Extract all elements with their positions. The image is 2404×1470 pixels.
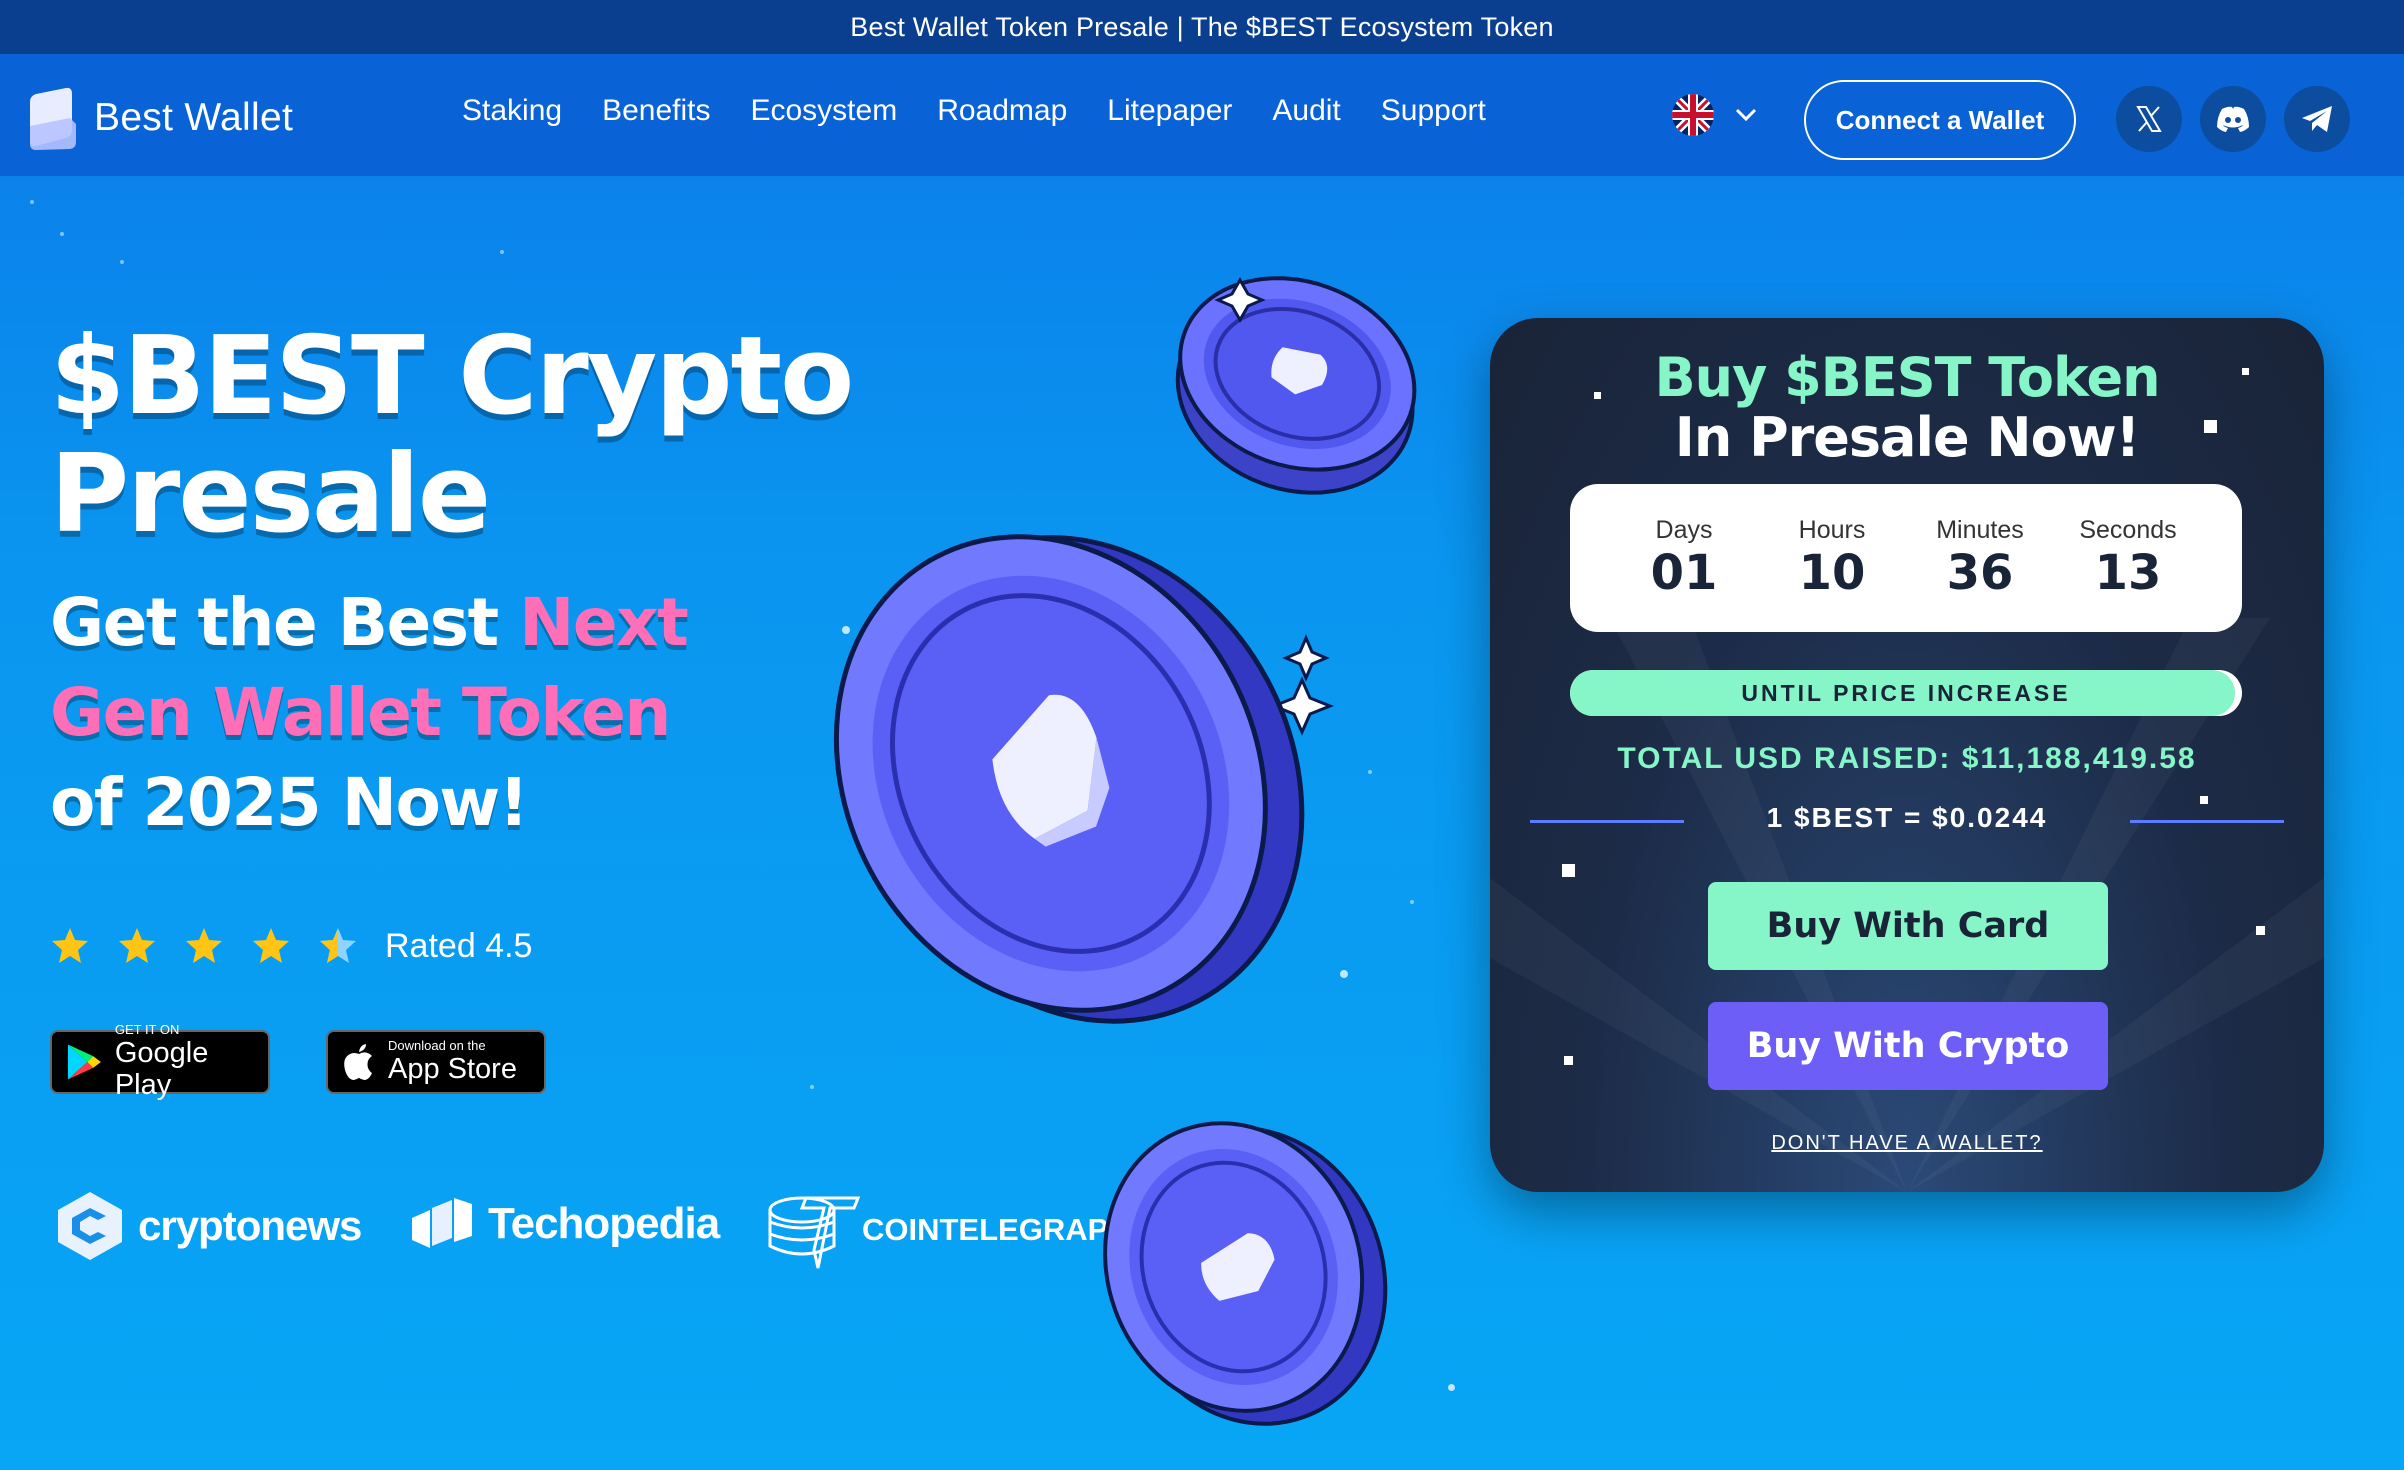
- press-techopedia-text: Techopedia: [488, 1199, 720, 1248]
- decor-dot: [1564, 1056, 1573, 1065]
- countdown-timer: Days 01 Hours 10 Minutes 36 Seconds 13: [1570, 484, 2242, 632]
- coin-large: [833, 534, 1305, 1024]
- google-play-icon: [67, 1044, 101, 1080]
- google-play-big: Google Play: [114, 1037, 209, 1101]
- hero-title: $BEST Crypto Presale: [50, 318, 910, 554]
- rating: Rated 4.5: [50, 926, 532, 966]
- uk-flag-icon: [1672, 94, 1714, 136]
- app-store-small: Download on the: [388, 1038, 486, 1053]
- card-title-line1: Buy $BEST Token: [1654, 346, 2160, 409]
- token-price: 1 $BEST = $0.0244: [1766, 802, 2048, 833]
- timer-value: 10: [1798, 544, 1866, 601]
- hero-sub-part1: Get the Best: [50, 584, 520, 661]
- wallet-logo-icon: [30, 87, 76, 150]
- rating-label: Rated 4.5: [385, 926, 533, 965]
- buy-with-card-button[interactable]: Buy With Card: [1708, 882, 2108, 970]
- nav-support[interactable]: Support: [1381, 94, 1486, 128]
- timer-minutes: Minutes 36: [1915, 516, 2045, 601]
- telegram-icon: [2302, 106, 2332, 132]
- timer-label: Seconds: [2079, 515, 2177, 544]
- main-nav: Staking Benefits Ecosystem Roadmap Litep…: [462, 94, 1526, 128]
- timer-label: Minutes: [1936, 515, 2024, 544]
- telegram-social-button[interactable]: [2284, 86, 2350, 152]
- decor-dot: [2256, 926, 2265, 935]
- nav-litepaper[interactable]: Litepaper: [1107, 94, 1232, 128]
- card-title-line2: In Presale Now!: [1674, 406, 2141, 469]
- presale-card: Buy $BEST Token In Presale Now! Days 01 …: [1490, 318, 2324, 1192]
- timer-label: Days: [1655, 515, 1713, 544]
- timer-seconds: Seconds 13: [2063, 516, 2193, 601]
- nav-roadmap[interactable]: Roadmap: [937, 94, 1067, 128]
- techopedia-logo-icon: [412, 1198, 472, 1248]
- nav-ecosystem[interactable]: Ecosystem: [750, 94, 897, 128]
- google-play-button[interactable]: GET IT ON Google Play: [50, 1023, 270, 1101]
- nav-benefits[interactable]: Benefits: [602, 94, 710, 128]
- coin-top: [1175, 276, 1417, 495]
- discord-icon: [2217, 106, 2249, 132]
- x-social-button[interactable]: [2116, 86, 2182, 152]
- timer-value: 01: [1650, 544, 1718, 601]
- hero-title-line2: Presale: [50, 432, 491, 557]
- no-wallet-link[interactable]: DON'T HAVE A WALLET?: [1490, 1132, 2324, 1155]
- cryptonews-logo-icon: [58, 1192, 122, 1260]
- total-raised: TOTAL USD RAISED: $11,188,419.58: [1617, 742, 2197, 775]
- x-icon: [2136, 106, 2162, 132]
- site-header: Best Wallet Staking Benefits Ecosystem R…: [0, 54, 2404, 176]
- hero-title-line1: $BEST Crypto: [50, 314, 854, 439]
- star-icon: [52, 928, 88, 963]
- press-cryptonews-text: cryptonews: [138, 1202, 362, 1249]
- announcement-text: Best Wallet Token Presale | The $BEST Ec…: [850, 11, 1554, 42]
- app-store-big: App Store: [388, 1053, 517, 1085]
- discord-social-button[interactable]: [2200, 86, 2266, 152]
- hero-sub-part4: of 2025 Now!: [50, 764, 529, 841]
- logo[interactable]: Best Wallet: [26, 86, 293, 150]
- nav-staking[interactable]: Staking: [462, 94, 562, 128]
- timer-value: 36: [1946, 544, 2014, 601]
- coins-illustration: [833, 276, 1417, 1426]
- language-selector[interactable]: [1672, 94, 1758, 136]
- press-logo-techopedia: Techopedia: [408, 1190, 720, 1258]
- google-play-small: GET IT ON: [114, 1022, 180, 1037]
- nav-audit[interactable]: Audit: [1272, 94, 1340, 128]
- timer-label: Hours: [1798, 515, 1866, 544]
- star-icon: [119, 928, 155, 963]
- timer-days: Days 01: [1619, 516, 1749, 601]
- presale-progress-bar: UNTIL PRICE INCREASE: [1570, 670, 2242, 716]
- chevron-down-icon: [1735, 108, 1757, 122]
- apple-icon: [344, 1044, 372, 1080]
- hero-sub-part3: Gen Wallet Token: [50, 674, 671, 751]
- app-store-button[interactable]: Download on the App Store: [326, 1030, 546, 1094]
- timer-hours: Hours 10: [1767, 516, 1897, 601]
- sparkle-icon: [1282, 634, 1330, 682]
- decor-dot: [1562, 864, 1575, 877]
- star-icon: [186, 928, 222, 963]
- timer-value: 13: [2094, 544, 2162, 601]
- announcement-bar: Best Wallet Token Presale | The $BEST Ec…: [0, 0, 2404, 54]
- hero-subtitle: Get the Best Next Gen Wallet Token of 20…: [50, 578, 750, 848]
- buy-with-crypto-button[interactable]: Buy With Crypto: [1708, 1002, 2108, 1090]
- progress-label: UNTIL PRICE INCREASE: [1741, 679, 2071, 706]
- connect-wallet-button[interactable]: Connect a Wallet: [1804, 80, 2076, 160]
- logo-text: Best Wallet: [94, 96, 294, 139]
- half-star-icon: [320, 928, 356, 963]
- press-logo-cryptonews: cryptonews: [54, 1190, 362, 1262]
- hero-sub-part2: Next: [519, 584, 689, 661]
- star-icon: [253, 928, 289, 963]
- coin-bottom: [1103, 1121, 1388, 1426]
